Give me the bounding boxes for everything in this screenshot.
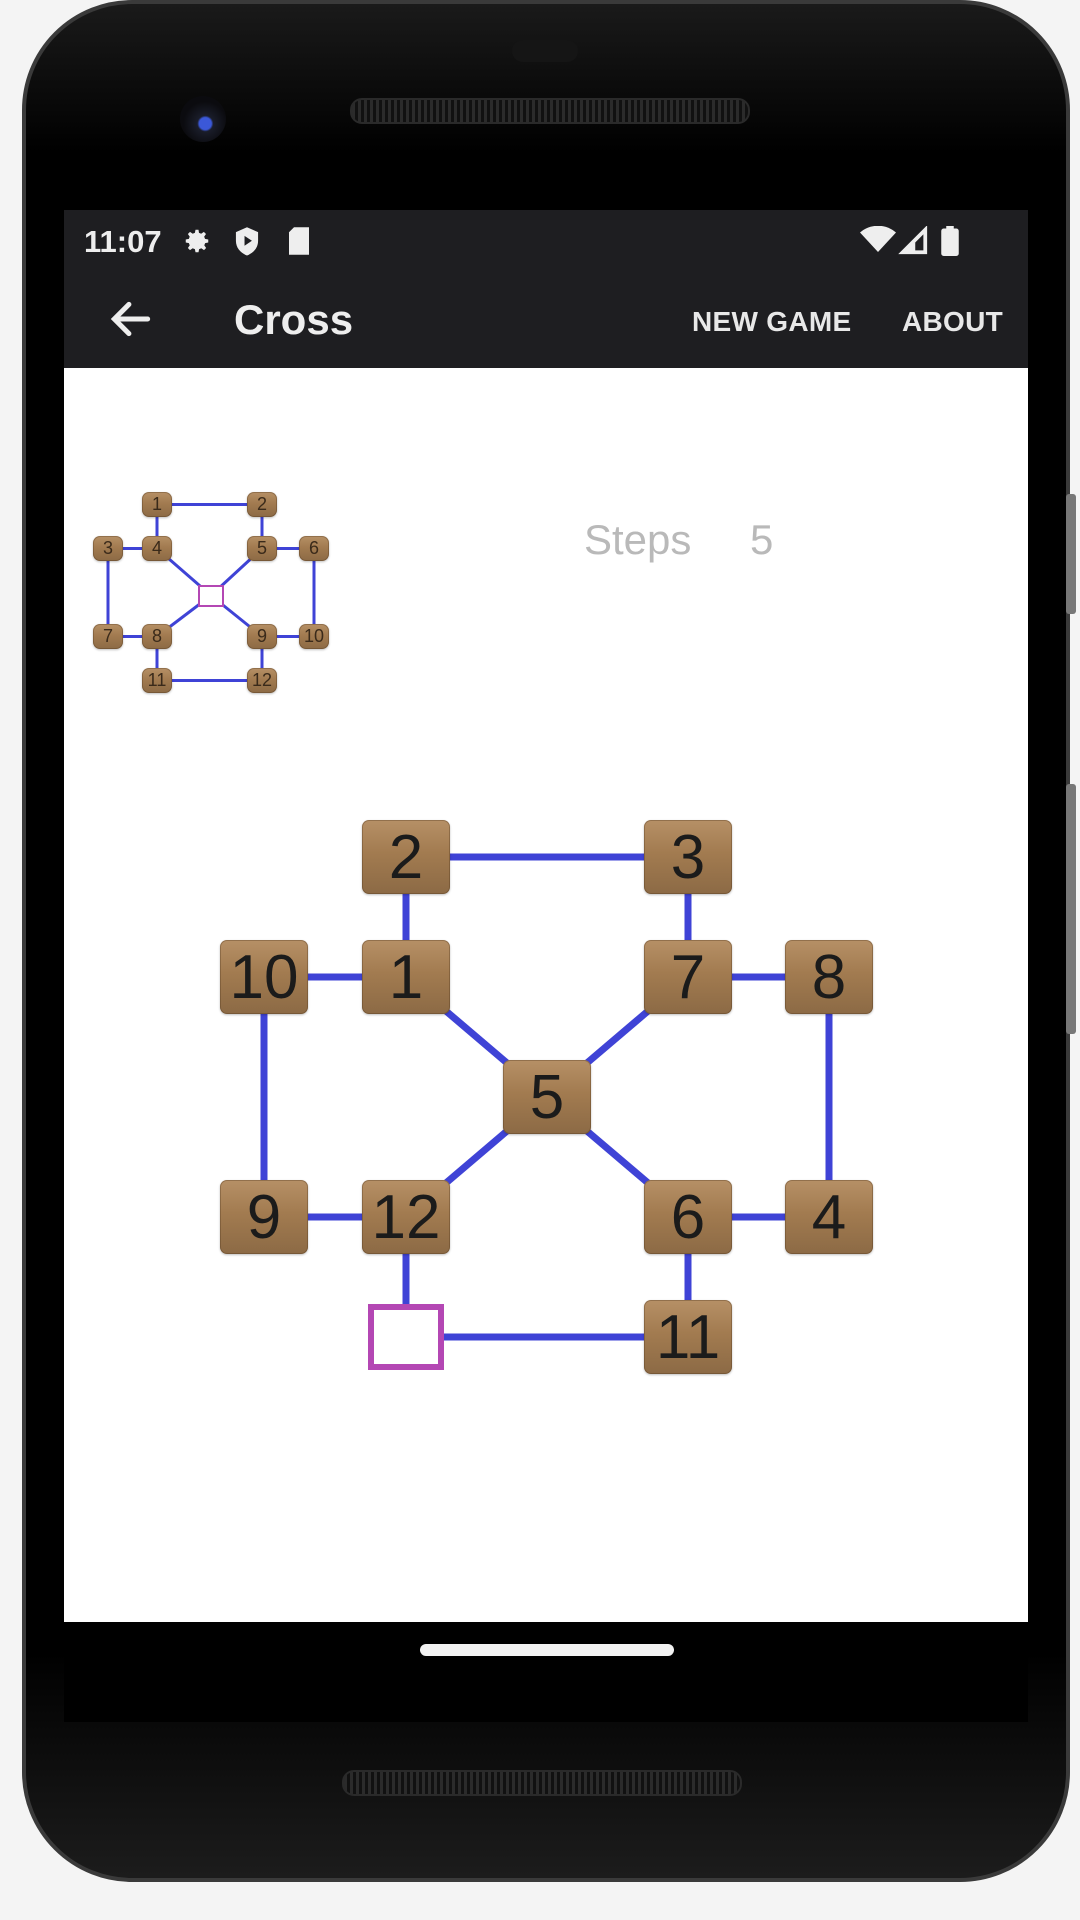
main-tile-3[interactable]: 3 — [644, 820, 732, 894]
tile-number: 4 — [811, 1182, 847, 1252]
earpiece-speaker — [350, 98, 750, 124]
app-screen: 11:07 Cross NEW GAME ABOUT Steps 5 1 2 3… — [64, 210, 1028, 1622]
navigation-bar — [64, 1622, 1028, 1722]
main-tile-10[interactable]: 10 — [220, 940, 308, 1014]
game-board: 2 3 10 1 7 8 5 9 12 6 4 11 — [64, 210, 1028, 1622]
main-tile-5[interactable]: 5 — [503, 1060, 591, 1134]
main-tile-6[interactable]: 6 — [644, 1180, 732, 1254]
main-tile-11[interactable]: 11 — [644, 1300, 732, 1374]
game-board-edges — [260, 853, 833, 1341]
tile-number: 3 — [670, 822, 706, 892]
main-empty-slot[interactable] — [368, 1304, 444, 1370]
tile-number: 7 — [670, 942, 706, 1012]
tile-number: 9 — [246, 1182, 282, 1252]
main-tile-4[interactable]: 4 — [785, 1180, 873, 1254]
bottom-speaker — [342, 1770, 742, 1796]
home-gesture-pill[interactable] — [420, 1644, 674, 1656]
tile-number: 10 — [229, 942, 299, 1012]
power-button — [1066, 784, 1076, 1034]
main-tile-2[interactable]: 2 — [362, 820, 450, 894]
tile-number: 5 — [529, 1062, 565, 1132]
tile-number: 8 — [811, 942, 847, 1012]
tile-number: 2 — [388, 822, 424, 892]
tile-number: 12 — [371, 1182, 441, 1252]
tile-number: 1 — [388, 942, 424, 1012]
main-tile-12[interactable]: 12 — [362, 1180, 450, 1254]
proximity-sensor — [512, 40, 578, 62]
main-tile-8[interactable]: 8 — [785, 940, 873, 1014]
tile-number: 11 — [655, 1302, 721, 1372]
main-tile-7[interactable]: 7 — [644, 940, 732, 1014]
main-tile-1[interactable]: 1 — [362, 940, 450, 1014]
front-camera — [180, 96, 226, 142]
main-tile-9[interactable]: 9 — [220, 1180, 308, 1254]
tile-number: 6 — [670, 1182, 706, 1252]
volume-button — [1066, 494, 1076, 614]
